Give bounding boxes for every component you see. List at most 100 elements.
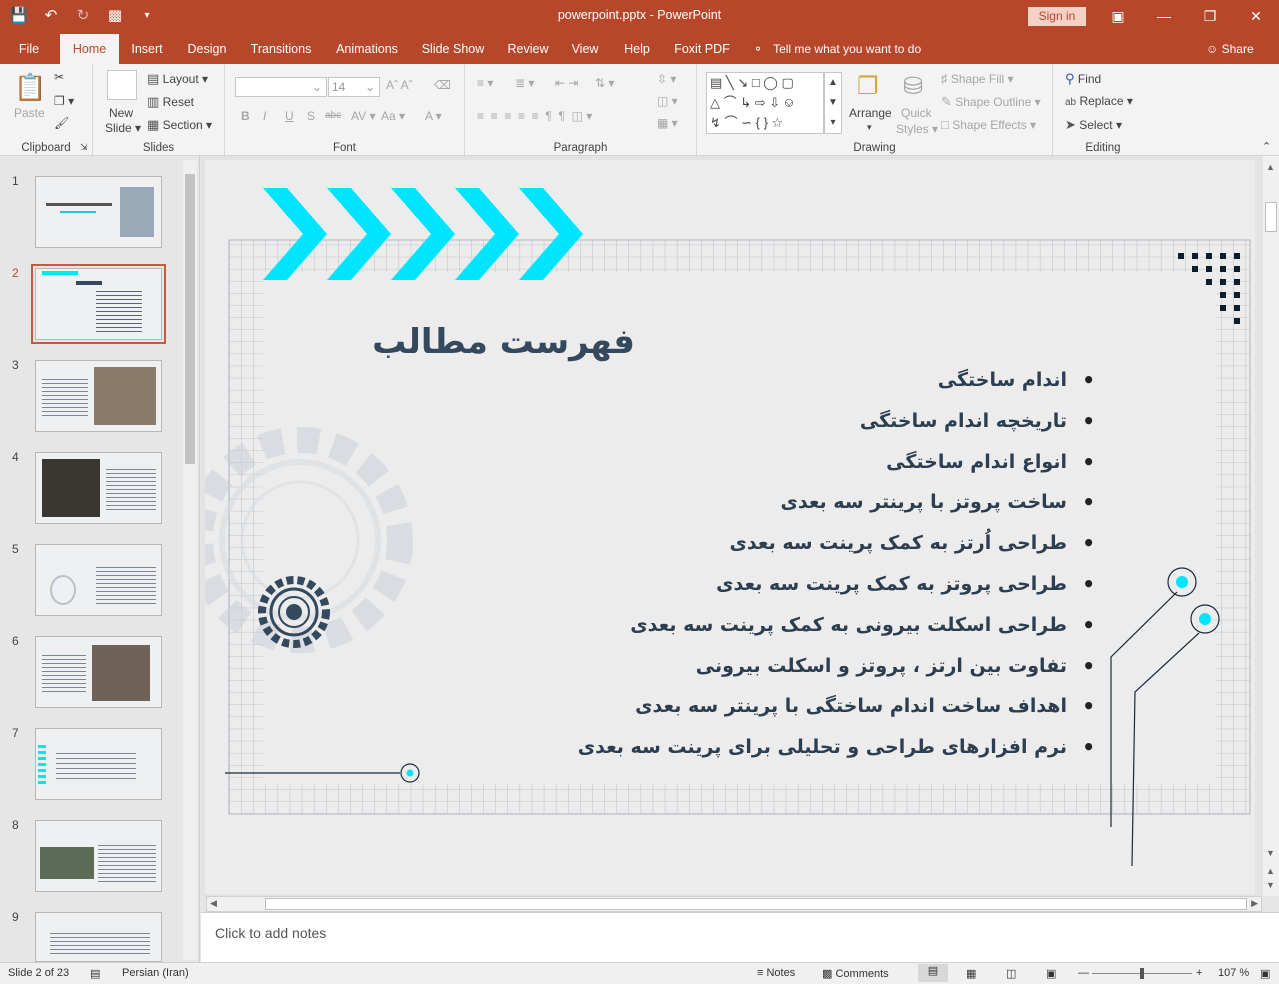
quick-styles-icon[interactable]: ⛁ bbox=[903, 72, 923, 101]
slide-bullet-list[interactable]: اندام ساختگی تاریخچه اندام ساختگی انواع … bbox=[405, 360, 1095, 768]
fit-to-window-icon[interactable]: ▣ bbox=[1260, 967, 1270, 980]
ribbon-display-icon[interactable]: ▣ bbox=[1095, 0, 1141, 32]
slide-thumbnail-2[interactable] bbox=[31, 264, 166, 344]
slide-vertical-scrollbar[interactable]: ▲ ▼ ▲ ▼ bbox=[1263, 156, 1279, 896]
shapes-gallery[interactable]: ▤ ╲ ↘ □ ◯ ▢ △ ⌒ ↳ ⇨ ⇩ ⎉ ↯ ⌒ ∽ { } ☆ bbox=[706, 72, 824, 134]
next-slide-icon[interactable]: ▼ bbox=[1266, 880, 1275, 890]
tab-file[interactable]: File bbox=[8, 34, 50, 64]
paste-button[interactable]: Paste bbox=[14, 106, 45, 120]
normal-view-icon[interactable]: ▤ bbox=[918, 964, 948, 982]
tab-foxit-pdf[interactable]: Foxit PDF bbox=[670, 34, 734, 64]
new-slide-button[interactable]: New bbox=[109, 106, 133, 120]
tab-view[interactable]: View bbox=[567, 34, 603, 64]
slide-title[interactable]: فهرست مطالب bbox=[205, 322, 635, 362]
tab-slide-show[interactable]: Slide Show bbox=[418, 34, 488, 64]
slide-thumbnail-7[interactable] bbox=[35, 728, 162, 800]
format-painter-icon[interactable]: 🖌 bbox=[54, 116, 69, 130]
horizontal-scroll-thumb[interactable] bbox=[265, 898, 1247, 910]
numbering-icon[interactable]: ≣ ▾ bbox=[515, 76, 534, 90]
minimize-icon[interactable]: — bbox=[1141, 0, 1187, 32]
align-text-icon[interactable]: ◫ ▾ bbox=[657, 94, 678, 108]
line-spacing-icon[interactable]: ⇅ ▾ bbox=[595, 76, 614, 90]
slide-thumbnail-5[interactable] bbox=[35, 544, 162, 616]
copy-icon[interactable]: ❐ ▾ bbox=[54, 94, 74, 108]
sign-in-button[interactable]: Sign in bbox=[1028, 7, 1086, 26]
reading-view-icon[interactable]: ◫ bbox=[1006, 967, 1016, 980]
slide-horizontal-scrollbar[interactable]: ◀ ▶ bbox=[206, 896, 1262, 912]
tab-design[interactable]: Design bbox=[182, 34, 232, 64]
tab-animations[interactable]: Animations bbox=[330, 34, 404, 64]
arrange-dropdown-icon[interactable]: ▾ bbox=[867, 122, 872, 133]
font-name-combo[interactable]: ⌄ bbox=[235, 77, 327, 97]
spell-check-icon[interactable]: ▤ bbox=[90, 967, 100, 980]
align-icons[interactable]: ≡ ≡ ≡ ≡ ≡ ¶ ¶ ◫ ▾ bbox=[477, 109, 592, 123]
bold-icon[interactable]: B bbox=[241, 109, 250, 123]
slide-canvas[interactable]: فهرست مطالب اندام ساختگی تاریخچه اندام س… bbox=[205, 160, 1255, 894]
reset-button[interactable]: ▥ Reset bbox=[147, 94, 194, 110]
slide-sorter-icon[interactable]: ▦ bbox=[966, 967, 976, 980]
close-icon[interactable]: ✕ bbox=[1233, 0, 1279, 32]
quick-styles-button[interactable]: Quick bbox=[901, 106, 932, 120]
scroll-down-icon[interactable]: ▼ bbox=[1266, 848, 1275, 858]
shape-effects-button[interactable]: □ Shape Effects ▾ bbox=[941, 117, 1036, 132]
section-button[interactable]: ▦ Section ▾ bbox=[147, 117, 212, 133]
shapes-more-icon[interactable]: ▲ ▼ ▾ bbox=[824, 72, 842, 134]
tell-me-search[interactable]: ⚬ Tell me what you want to do bbox=[753, 34, 921, 64]
tab-insert[interactable]: Insert bbox=[125, 34, 169, 64]
font-size-combo[interactable]: 14 ⌄ bbox=[328, 77, 380, 97]
previous-slide-icon[interactable]: ▲ bbox=[1266, 866, 1275, 876]
text-direction-icon[interactable]: ⇳ ▾ bbox=[657, 72, 676, 86]
italic-icon[interactable]: I bbox=[263, 109, 266, 123]
tab-review[interactable]: Review bbox=[502, 34, 554, 64]
font-grow-icon[interactable]: Aˆ Aˇ bbox=[386, 78, 413, 92]
scroll-right-icon[interactable]: ▶ bbox=[1251, 898, 1258, 909]
slide-thumbnail-3[interactable] bbox=[35, 360, 162, 432]
slide-thumbnail-4[interactable] bbox=[35, 452, 162, 524]
scroll-left-icon[interactable]: ◀ bbox=[210, 898, 217, 909]
zoom-out-icon[interactable]: — bbox=[1078, 967, 1089, 979]
tab-transitions[interactable]: Transitions bbox=[246, 34, 316, 64]
select-button[interactable]: ➤ Select ▾ bbox=[1065, 117, 1122, 133]
arrange-button[interactable]: Arrange bbox=[849, 106, 892, 120]
arrange-icon[interactable]: ❐ bbox=[857, 72, 879, 101]
replace-button[interactable]: ab Replace ▾ bbox=[1065, 94, 1133, 108]
tab-help[interactable]: Help bbox=[619, 34, 655, 64]
underline-icon[interactable]: U bbox=[285, 109, 294, 123]
shape-outline-button[interactable]: ✎ Shape Outline ▾ bbox=[941, 94, 1041, 110]
shape-fill-button[interactable]: ♯ Shape Fill ▾ bbox=[941, 71, 1014, 86]
font-color-icon[interactable]: A ▾ bbox=[425, 109, 442, 123]
thumbnails-scroll-thumb[interactable] bbox=[185, 174, 195, 464]
new-slide-button-line2[interactable]: Slide ▾ bbox=[105, 121, 141, 135]
layout-button[interactable]: ▤ Layout ▾ bbox=[147, 71, 208, 87]
slideshow-view-icon[interactable]: ▣ bbox=[1046, 967, 1056, 980]
zoom-slider-thumb[interactable] bbox=[1140, 968, 1144, 979]
smartart-icon[interactable]: ▦ ▾ bbox=[657, 116, 678, 130]
clipboard-launcher-icon[interactable]: ⇲ bbox=[80, 142, 88, 153]
slide-thumbnail-1[interactable] bbox=[35, 176, 162, 248]
paste-icon[interactable]: 📋 bbox=[14, 72, 46, 103]
scroll-up-icon[interactable]: ▲ bbox=[1266, 162, 1275, 172]
tab-home[interactable]: Home bbox=[60, 34, 119, 64]
shadow-icon[interactable]: S bbox=[307, 109, 315, 123]
cut-icon[interactable]: ✂ bbox=[54, 70, 64, 84]
quick-styles-button-line2[interactable]: Styles ▾ bbox=[896, 122, 938, 136]
slide-thumbnail-8[interactable] bbox=[35, 820, 162, 892]
comments-button[interactable]: ▩ Comments bbox=[822, 967, 889, 980]
change-case-icon[interactable]: Aa ▾ bbox=[381, 109, 405, 123]
notes-pane[interactable]: Click to add notes bbox=[201, 912, 1279, 962]
slide-scroll-thumb[interactable] bbox=[1265, 202, 1277, 232]
indent-icons[interactable]: ⇤ ⇥ bbox=[555, 76, 578, 90]
slide-thumbnail-9[interactable] bbox=[35, 912, 162, 962]
slide-thumbnail-6[interactable] bbox=[35, 636, 162, 708]
share-button[interactable]: ☺ Share bbox=[1206, 34, 1254, 64]
clear-format-icon[interactable]: ⌫ bbox=[434, 78, 451, 92]
notes-button[interactable]: ≡ Notes bbox=[757, 967, 795, 979]
zoom-in-icon[interactable]: + bbox=[1196, 967, 1202, 979]
maximize-icon[interactable]: ❐ bbox=[1187, 0, 1233, 32]
strikethrough-icon[interactable]: abc bbox=[325, 110, 341, 121]
collapse-ribbon-icon[interactable]: ⌃ bbox=[1262, 140, 1271, 153]
char-spacing-icon[interactable]: AV ▾ bbox=[351, 109, 375, 123]
thumbnails-scrollbar[interactable] bbox=[183, 160, 197, 960]
find-button[interactable]: ⚲ Find bbox=[1065, 71, 1101, 87]
language-indicator[interactable]: Persian (Iran) bbox=[122, 967, 189, 979]
